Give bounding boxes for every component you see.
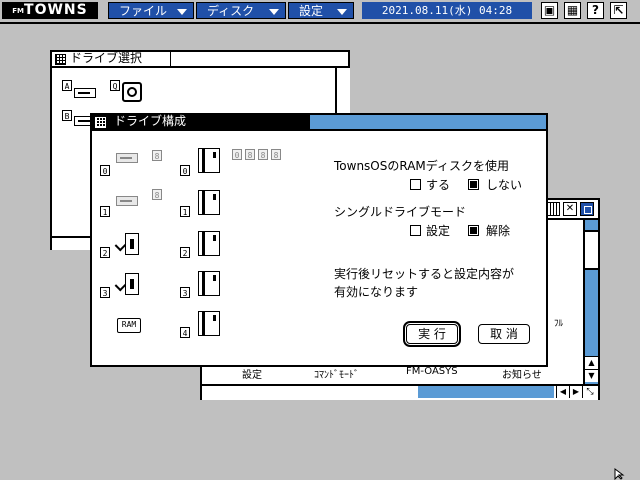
drive-config-titlebar[interactable]: ドライブ構成 — [92, 114, 310, 129]
menu-bar: FMTOWNS ファイル ディスク 設定 2021.08.11(水) 04:28… — [0, 0, 640, 24]
chevron-down-icon — [177, 9, 187, 15]
right-drive-number-3: 3 — [180, 287, 190, 298]
note-line-1: 実行後リセットすると設定内容が — [334, 267, 515, 281]
floppy-drive-1-icon[interactable] — [116, 196, 138, 206]
status-item-settings[interactable]: 設定 — [242, 366, 262, 381]
menu-settings-label: 設定 — [299, 4, 324, 18]
hscroll-track[interactable] — [418, 386, 554, 398]
ramdisk-no-label: しない — [486, 178, 523, 192]
scroll-down-icon[interactable]: ▼ — [585, 369, 598, 382]
ram-disk-icon[interactable]: RAM — [117, 318, 141, 333]
floppy-slot-2-icon[interactable] — [198, 231, 220, 256]
right-drive-number-4: 4 — [180, 327, 190, 338]
left-drive-number-2: 2 — [100, 247, 110, 258]
top-grey-box-2: 8 — [258, 149, 268, 160]
menu-settings[interactable]: 設定 — [288, 2, 354, 19]
status-item-command-mode[interactable]: ｺﾏﾝﾄﾞﾓｰﾄﾞ — [314, 366, 359, 381]
ramdisk-heading: TownsOSのRAMディスクを使用 — [334, 159, 509, 173]
left-drive-number-0: 0 — [100, 165, 110, 176]
drive-label-b: B — [62, 110, 72, 121]
menu-file[interactable]: ファイル — [108, 2, 194, 19]
left-drive-number-1: 1 — [100, 206, 110, 217]
single-set-checkbox[interactable] — [410, 225, 421, 236]
floppy-slot-1-icon[interactable] — [198, 190, 220, 215]
single-release-checkbox[interactable] — [468, 225, 479, 236]
top-grey-box-3: 8 — [271, 149, 281, 160]
scroll-up-icon[interactable]: ▲ — [585, 356, 598, 369]
drive-label-q: Q — [110, 80, 120, 91]
main-vertical-scrollbar[interactable]: ▲ ▼ — [583, 220, 598, 386]
single-release-label: 解除 — [486, 224, 511, 238]
floppy-slot-3-icon[interactable] — [198, 271, 220, 296]
floppy-drive-a-icon[interactable] — [74, 88, 96, 98]
status-item-notice[interactable]: お知らせ — [502, 366, 542, 381]
floppy-slot-0-icon[interactable] — [198, 148, 220, 173]
ramdisk-no-checkbox[interactable] — [468, 179, 479, 190]
floppy-slot-4-icon[interactable] — [198, 311, 220, 336]
drive-config-dialog: ドライブ構成 0 8 1 8 2 3 RAM 0 0 8 8 8 1 2 3 4… — [90, 113, 548, 367]
left-drive-number-3: 3 — [100, 287, 110, 298]
drive-label-a: A — [62, 80, 72, 91]
drive-select-title: ドライブ選択 — [70, 51, 143, 65]
chevron-down-icon — [269, 9, 279, 15]
side-text: ﾌﾙ — [554, 319, 564, 329]
top-grey-box-1: 8 — [245, 149, 255, 160]
main-horizontal-scrollbar[interactable]: ◀ ▶ ⤡ — [202, 384, 598, 400]
maximize-icon[interactable] — [580, 202, 594, 216]
right-drive-number-2: 2 — [180, 247, 190, 258]
drive-select-titlebar[interactable]: ドライブ選択 — [52, 51, 348, 68]
floppy-drive-0-icon[interactable] — [116, 153, 138, 163]
close-icon[interactable]: ✕ — [563, 202, 577, 216]
fm-towns-logo[interactable]: FMTOWNS — [2, 2, 98, 19]
right-drive-number-0: 0 — [180, 165, 190, 176]
ramdisk-yes-label: する — [426, 178, 451, 192]
menu-disk[interactable]: ディスク — [196, 2, 286, 19]
drive-config-title: ドライブ構成 — [114, 114, 187, 128]
scroll-left-icon[interactable]: ◀ — [556, 386, 569, 398]
menu-file-label: ファイル — [119, 4, 168, 18]
cdrom-drive-q-icon[interactable] — [122, 82, 142, 102]
mouse-cursor-icon — [614, 468, 625, 480]
exit-icon[interactable]: ⇱ — [610, 2, 627, 19]
scroll-thumb[interactable] — [585, 230, 598, 270]
cancel-button[interactable]: 取 消 — [478, 324, 530, 344]
hard-drive-3-icon[interactable] — [125, 273, 139, 295]
single-drive-heading: シングルドライブモード — [334, 205, 467, 219]
window-menu-icon[interactable] — [55, 54, 66, 65]
top-grey-box-0: 0 — [232, 149, 242, 160]
window-menu-icon[interactable] — [95, 117, 106, 128]
ramdisk-yes-checkbox[interactable] — [410, 179, 421, 190]
save-icon[interactable]: ▣ — [541, 2, 558, 19]
drive-config-titlebar-fill[interactable] — [310, 115, 546, 129]
help-icon[interactable]: ? — [587, 2, 604, 19]
grid-icon[interactable] — [546, 202, 560, 216]
chevron-down-icon — [337, 9, 347, 15]
resize-handle-icon[interactable]: ⤡ — [582, 386, 597, 398]
status-item-oasys[interactable]: FM-OASYS — [406, 366, 458, 377]
hard-drive-2-icon[interactable] — [125, 233, 139, 255]
menu-disk-label: ディスク — [207, 4, 255, 18]
single-set-label: 設定 — [426, 224, 451, 238]
left-top-grey-0: 8 — [152, 150, 162, 161]
clock-display: 2021.08.11(水) 04:28 — [362, 2, 532, 19]
grid-icon[interactable]: ▦ — [564, 2, 581, 19]
scroll-right-icon[interactable]: ▶ — [569, 386, 582, 398]
left-top-grey-1: 8 — [152, 189, 162, 200]
note-line-2: 有効になります — [334, 285, 419, 299]
right-drive-number-1: 1 — [180, 206, 190, 217]
execute-button[interactable]: 実 行 — [403, 321, 461, 347]
